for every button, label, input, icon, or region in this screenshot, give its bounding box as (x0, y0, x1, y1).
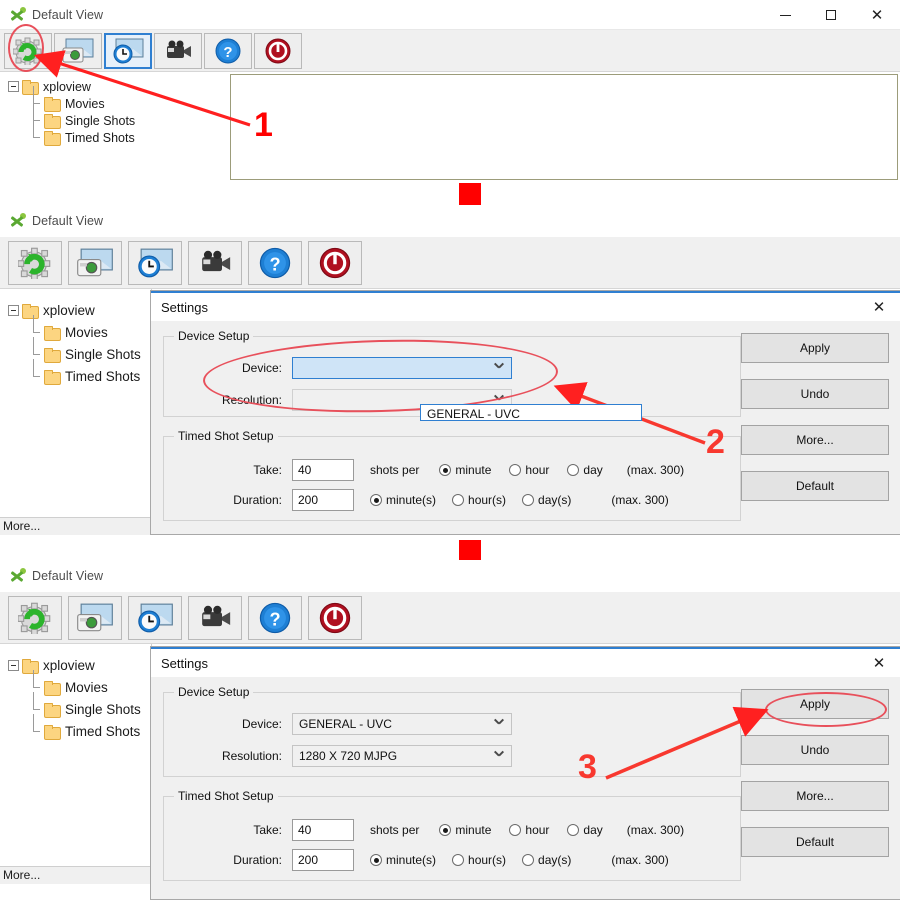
device-dropdown-list[interactable]: GENERAL - UVC (420, 404, 642, 421)
annotation-arrow-3 (605, 706, 769, 780)
annotation-step-3: 3 (578, 748, 597, 786)
device-dropdown-option[interactable]: GENERAL - UVC (427, 407, 520, 421)
tutorial-stage: Default View ✕ ? xploview Movies Single … (0, 0, 900, 900)
